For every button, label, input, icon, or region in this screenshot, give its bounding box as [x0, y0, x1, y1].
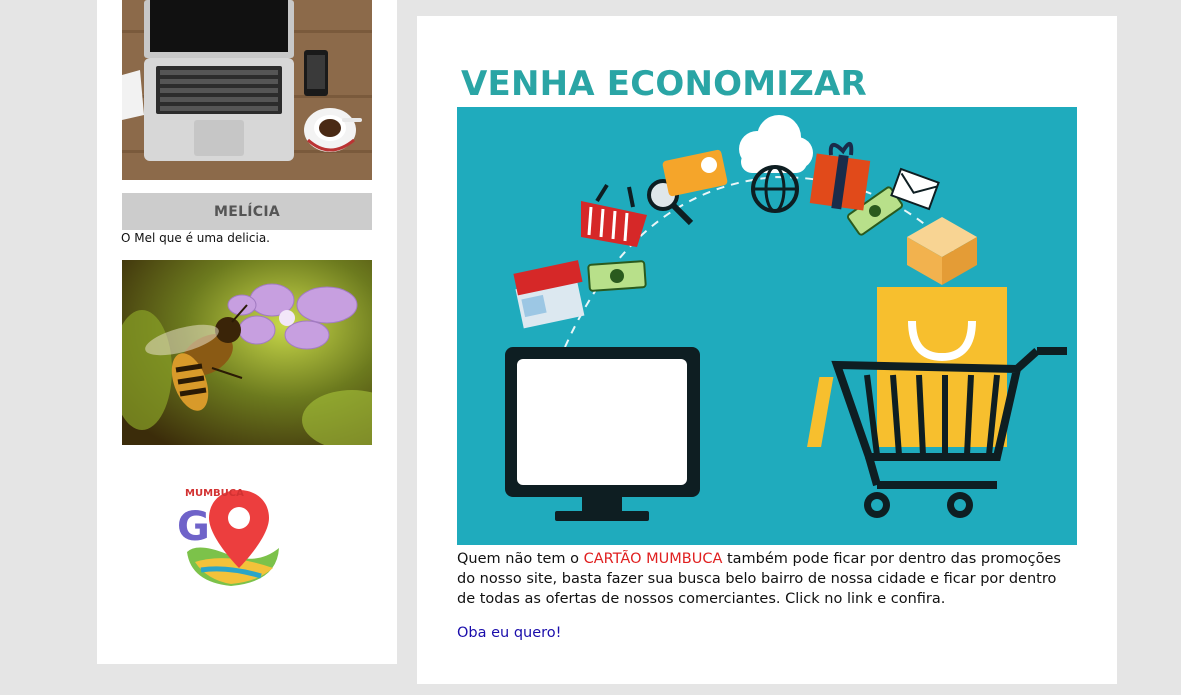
sidebar: MELÍCIA O Mel que é uma delicia. G MUMBU…: [97, 0, 397, 664]
page-title: VENHA ECONOMIZAR: [461, 64, 867, 104]
bee-photo[interactable]: [122, 260, 372, 445]
mumbuca-go-logo[interactable]: G MUMBUCA: [177, 482, 285, 590]
melicia-heading[interactable]: MELÍCIA: [122, 193, 372, 230]
oba-eu-quero-link[interactable]: Oba eu quero!: [457, 625, 561, 641]
laptop-illustration: [122, 0, 372, 180]
bee-illustration: [122, 260, 372, 445]
body-paragraph: Quem não tem o CARTÃO MUMBUCA também pod…: [457, 549, 1077, 609]
cartao-mumbuca-highlight: CARTÃO MUMBUCA: [583, 551, 723, 567]
map-pin-icon: G MUMBUCA: [177, 488, 279, 586]
laptop-photo[interactable]: [122, 0, 372, 180]
melicia-caption: O Mel que é uma delicia.: [121, 231, 270, 245]
svg-text:MUMBUCA: MUMBUCA: [185, 488, 244, 499]
main-content: VENHA ECONOMIZAR Quem não tem o CARTÃO M…: [417, 16, 1117, 684]
hero-image[interactable]: [457, 107, 1077, 545]
svg-text:G: G: [177, 504, 210, 550]
body-prefix: Quem não tem o: [457, 551, 584, 567]
shopping-illustration: [457, 107, 1077, 545]
